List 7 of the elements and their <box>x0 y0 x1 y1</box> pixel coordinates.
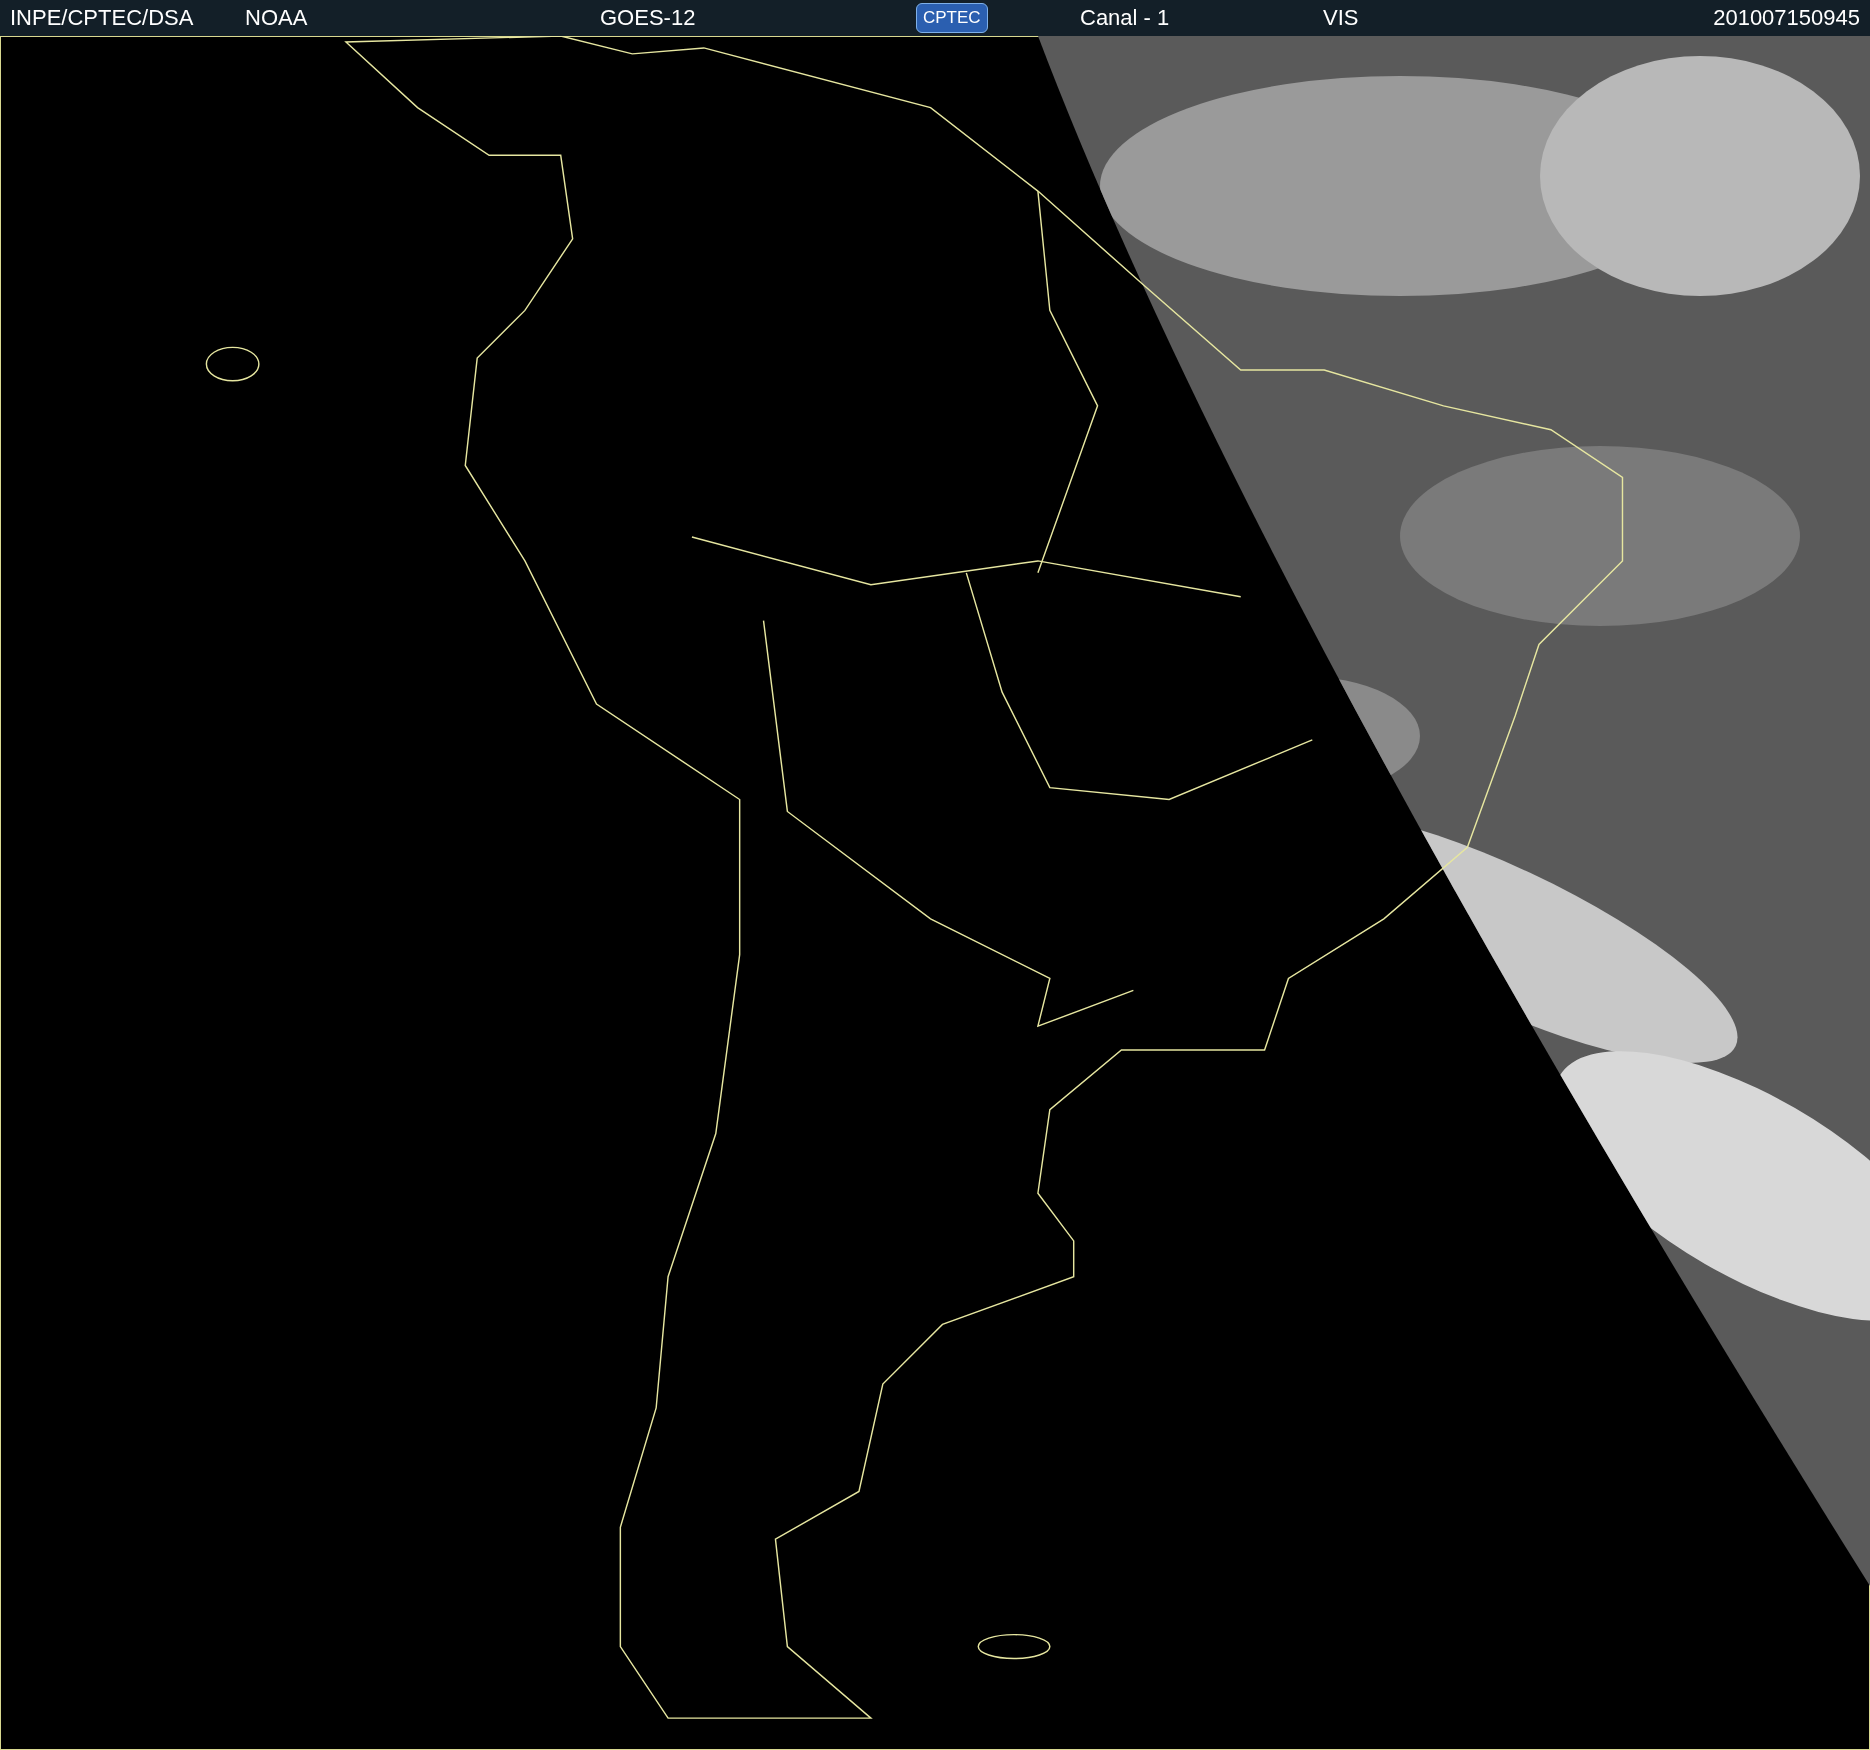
band-label: VIS <box>1323 5 1360 31</box>
agency-label: NOAA <box>245 5 309 31</box>
channel-label: Canal - 1 <box>1080 5 1171 31</box>
logo: CPTEC <box>916 3 988 33</box>
timestamp-label: 201007150945 <box>1713 5 1860 31</box>
satellite-label: GOES-12 <box>600 5 697 31</box>
source-label: INPE/CPTEC/DSA <box>10 5 195 31</box>
